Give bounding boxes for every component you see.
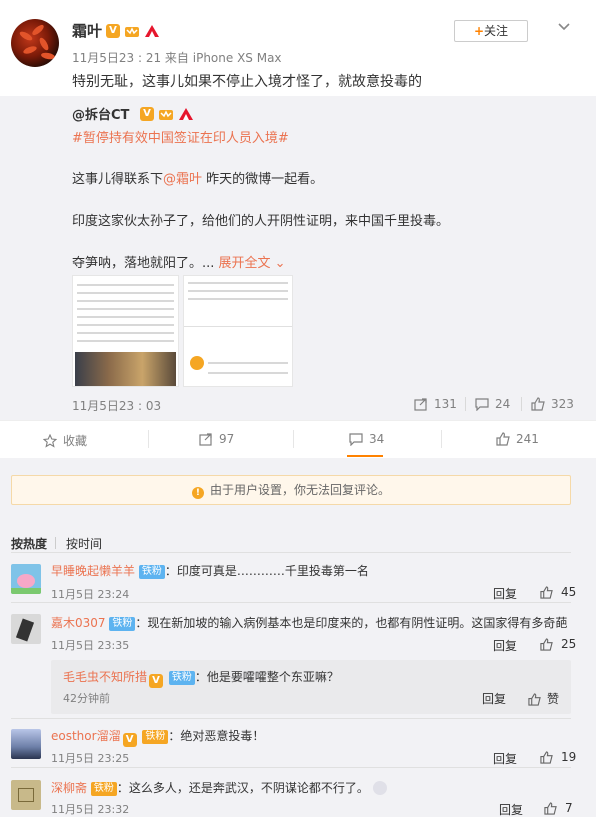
comment-button[interactable]: 34 [349, 432, 384, 446]
comment-username[interactable]: eosthor溜溜 [51, 729, 121, 743]
comment-avatar[interactable] [11, 729, 41, 759]
follow-label: 关注 [484, 24, 509, 38]
comment-avatar[interactable] [11, 614, 41, 644]
summit-icon [144, 24, 159, 38]
post-meta: 11月5日23 : 21 来自 iPhone XS Max [72, 51, 282, 65]
favorite-button[interactable]: 收藏 [43, 432, 87, 449]
comment-like-button[interactable]: 25 [540, 637, 576, 651]
repost-time: 11月5日23 : 03 [72, 399, 162, 413]
verified-icon: V [149, 674, 164, 688]
comment-text: eosthor溜溜 V 铁粉 ：绝对恶意投毒！ [51, 729, 265, 747]
comment-text: 毛毛虫不知所措 V 铁粉 ：他是要嚯嚯整个东亚嘛？ [63, 670, 339, 688]
vip-crown-icon [124, 24, 139, 38]
sort-by-time[interactable]: 按时间 [66, 535, 102, 552]
reply-disabled-notice: ! 由于用户设置，你无法回复评论。 [11, 475, 571, 505]
follow-button[interactable]: +关注 [454, 20, 528, 42]
summit-icon [178, 107, 193, 121]
reply-button[interactable]: 回复 [482, 690, 506, 707]
reply-button[interactable]: 回复 [493, 750, 517, 767]
reply-button[interactable]: 回复 [493, 637, 517, 654]
comment-time: 11月5日 23:24 [51, 588, 130, 601]
repost-like-count[interactable]: 323 [531, 397, 574, 411]
comment-username[interactable]: 早睡晚起懒羊羊 [51, 564, 135, 578]
comment-username[interactable]: 深柳斋 [51, 781, 87, 795]
verified-icon: V [106, 24, 120, 38]
comment-time: 11月5日 23:32 [51, 803, 130, 816]
post-username[interactable]: 霜叶 [72, 20, 102, 41]
expand-full-text-link[interactable]: 展开全文 ⌄ [219, 256, 286, 271]
fan-badge: 铁粉 [109, 617, 136, 631]
repost-line-1: 这事儿得联系下@霜叶 昨天的微博一起看。 [72, 172, 324, 187]
comment-like-button[interactable]: 19 [540, 750, 576, 764]
weibo-post-card: 霜叶 V 11月5日23 : 21 来自 iPhone XS Max +关注 特… [0, 0, 596, 817]
comment-time: 11月5日 23:25 [51, 752, 130, 765]
fan-badge: 铁粉 [138, 565, 165, 579]
comment-avatar[interactable] [11, 780, 41, 810]
fan-badge: 铁粉 [168, 671, 195, 685]
forward-button[interactable]: 97 [199, 432, 234, 446]
comment-like-button[interactable]: 赞 [528, 690, 559, 707]
comment-username[interactable]: 嘉木0307 [51, 616, 106, 630]
image-thumbnail[interactable] [183, 275, 293, 387]
chevron-down-icon[interactable] [556, 18, 572, 34]
repost-line-2: 印度这家伙太孙子了，给他们的人开阴性证明，来中国千里投毒。 [72, 214, 450, 229]
comment-avatar[interactable] [11, 564, 41, 594]
post-text: 特别无耻，这事儿如果不停止入境才怪了，就故意投毒的 [72, 74, 422, 90]
like-button[interactable]: 241 [496, 432, 539, 446]
emoji-icon [372, 781, 387, 795]
comment-time: 11月5日 23:35 [51, 639, 130, 652]
comment-like-button[interactable]: 7 [544, 801, 573, 815]
active-tab-indicator [347, 455, 383, 457]
repost-line-3: 夺笋呐，落地就阳了。... 展开全文 ⌄ [72, 256, 286, 271]
topic-hashtag[interactable]: #暂停持有效中国签证在印人员入境# [72, 127, 289, 146]
comment-time: 42分钟前 [63, 692, 110, 705]
fan-badge: 铁粉 [142, 730, 169, 744]
sort-by-hot[interactable]: 按热度 [11, 535, 47, 552]
comment-text: 深柳斋 铁粉 ：这么多人，还是奔武汉，不阴谋论都不行了。 [51, 779, 387, 796]
warning-icon: ! [191, 487, 204, 499]
reply-button[interactable]: 回复 [499, 801, 523, 817]
comment-like-button[interactable]: 45 [540, 585, 576, 599]
plus-icon: + [473, 24, 485, 38]
mention-link[interactable]: @霜叶 [163, 172, 202, 187]
repost-forward-count[interactable]: 131 [414, 397, 457, 411]
verified-icon: V [122, 733, 137, 747]
repost-comment-count[interactable]: 24 [475, 397, 510, 411]
image-thumbnail[interactable] [72, 275, 179, 387]
comment-username[interactable]: 毛毛虫不知所措 [63, 670, 147, 684]
reply-button[interactable]: 回复 [493, 585, 517, 602]
avatar[interactable] [11, 19, 59, 67]
comment-text: 嘉木0307 铁粉 ：现在新加坡的输入病例基本也是印度来的，也都有阴性证明。这国家… [51, 616, 568, 631]
verified-icon: V [140, 107, 154, 121]
repost-username[interactable]: @拆台CT [72, 104, 129, 123]
comment-text: 早睡晚起懒羊羊 铁粉 ：印度可真是…………千里投毒第一名 [51, 564, 369, 579]
fan-badge: 铁粉 [90, 782, 117, 796]
vip-crown-icon [158, 107, 173, 121]
